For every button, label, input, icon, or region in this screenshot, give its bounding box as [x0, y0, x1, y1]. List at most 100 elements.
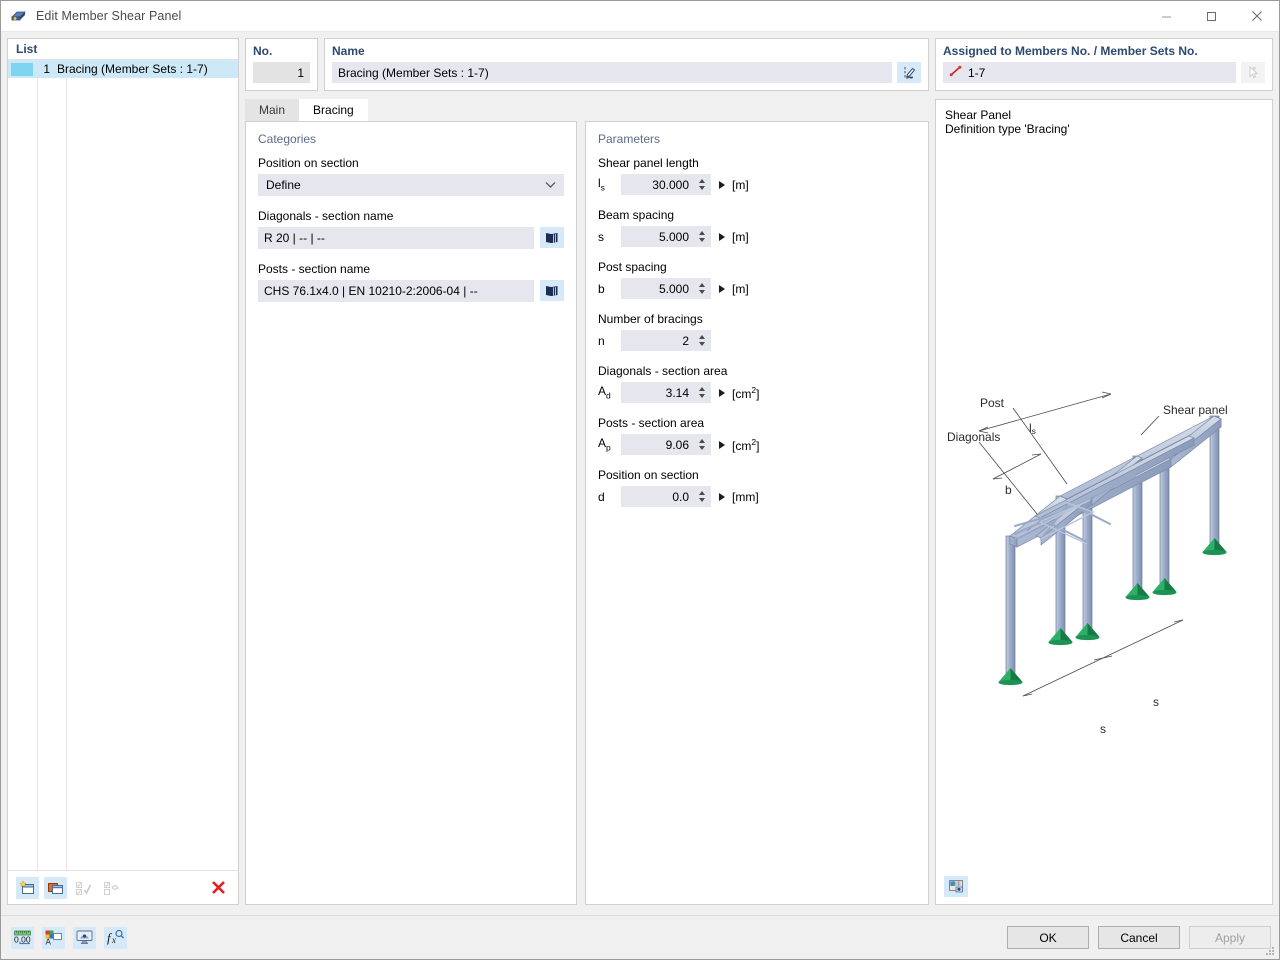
apply-button: Apply — [1189, 926, 1271, 949]
param-unit: [m] — [732, 229, 749, 244]
list-item[interactable]: 1 Bracing (Member Sets : 1-7) — [8, 60, 238, 78]
param-posts-section-area: Posts - section area Ap 9.06 [cm2] — [598, 416, 916, 455]
name-row: Bracing (Member Sets : 1-7) — [332, 62, 921, 83]
param-expand-icon[interactable] — [719, 492, 725, 501]
param-label: Post spacing — [598, 260, 667, 274]
param-value: 0.0 — [672, 489, 689, 504]
param-spinner[interactable]: 5.000 — [621, 278, 711, 299]
name-label: Name — [332, 44, 365, 58]
picture-export-icon[interactable] — [944, 876, 968, 897]
list-grid-lines — [8, 60, 238, 870]
invert-selection-button — [100, 877, 123, 899]
label-post: Post — [980, 396, 1005, 410]
name-input[interactable]: Bracing (Member Sets : 1-7) — [332, 62, 892, 83]
tab-bracing[interactable]: Bracing — [299, 99, 368, 121]
maximize-button[interactable] — [1189, 1, 1234, 31]
close-button[interactable] — [1234, 1, 1279, 31]
posts-section-row: CHS 76.1x4.0 | EN 10210-2:2006-04 | -- — [258, 280, 564, 302]
param-unit: [m] — [732, 177, 749, 192]
posts-section-label: Posts - section name — [258, 262, 371, 276]
param-symbol: n — [598, 333, 605, 348]
spinner-arrows-icon[interactable] — [695, 231, 708, 242]
param-number-of-bracings: Number of bracings n 2 — [598, 312, 916, 351]
param-diagonals-section-area: Diagonals - section area Ad 3.14 [cm2] — [598, 364, 916, 403]
posts-section-input[interactable]: CHS 76.1x4.0 | EN 10210-2:2006-04 | -- — [258, 280, 534, 302]
param-spinner[interactable]: 2 — [621, 330, 711, 351]
list-body: 1 Bracing (Member Sets : 1-7) — [8, 60, 238, 870]
library-book-icon[interactable] — [540, 227, 564, 248]
param-unit: [cm2] — [732, 384, 760, 401]
param-symbol: Ad — [598, 384, 611, 401]
window-title: Edit Member Shear Panel — [36, 9, 182, 23]
param-row: ls 30.000 [m] — [598, 174, 916, 195]
display-monitor-icon[interactable] — [73, 926, 96, 949]
param-spinner[interactable]: 3.14 — [621, 382, 711, 403]
posts-section-group: Posts - section name CHS 76.1x4.0 | EN 1… — [258, 262, 564, 302]
copy-item-button[interactable] — [44, 876, 67, 899]
position-on-section-value: Define — [266, 178, 301, 192]
spinner-arrows-icon[interactable] — [695, 283, 708, 294]
units-000-icon[interactable]: 0,00 — [11, 926, 34, 949]
color-swatch — [11, 62, 33, 76]
minimize-button[interactable] — [1144, 1, 1189, 31]
svg-text:A: A — [46, 938, 52, 947]
param-label: Number of bracings — [598, 312, 703, 326]
categories-title: Categories — [258, 132, 317, 146]
param-value: 5.000 — [658, 229, 689, 244]
spinner-arrows-icon[interactable] — [695, 387, 708, 398]
param-expand-icon[interactable] — [719, 440, 725, 449]
tab-main[interactable]: Main — [245, 99, 300, 121]
comment-color-icon[interactable]: A — [42, 926, 65, 949]
list-panel: List 1 Bracing (Member Sets : 1-7) — [7, 38, 239, 905]
categories-panel: Categories Position on section Define Di… — [245, 121, 577, 905]
footer-toolbar: 0,00 A f x — [11, 926, 127, 949]
position-on-section-select[interactable]: Define — [258, 174, 564, 196]
member-line-icon — [949, 65, 962, 80]
spinner-arrows-icon[interactable] — [695, 491, 708, 502]
no-input[interactable]: 1 — [253, 62, 310, 83]
param-expand-icon[interactable] — [719, 284, 725, 293]
spinner-arrows-icon[interactable] — [695, 179, 708, 190]
edit-member-shear-panel-dialog: Edit Member Shear Panel List 1 Bracing (… — [0, 0, 1280, 960]
param-expand-icon[interactable] — [719, 388, 725, 397]
new-item-button[interactable] — [16, 876, 39, 899]
svg-text:x: x — [111, 935, 116, 945]
library-book-icon[interactable] — [540, 280, 564, 301]
pick-cursor-icon — [1241, 62, 1265, 83]
diagonals-section-row: R 20 | -- | -- — [258, 227, 564, 249]
ok-button[interactable]: OK — [1007, 926, 1089, 949]
spinner-arrows-icon[interactable] — [695, 439, 708, 450]
label-ls: ls — [1029, 421, 1036, 436]
param-row: s 5.000 [m] — [598, 226, 916, 247]
resize-grip[interactable] — [1264, 945, 1276, 957]
label-s-left: s — [1100, 722, 1106, 736]
param-symbol: Ap — [598, 436, 611, 453]
param-expand-icon[interactable] — [719, 180, 725, 189]
delete-item-button[interactable] — [207, 877, 230, 899]
assigned-input[interactable]: 1-7 — [943, 62, 1236, 83]
param-spinner[interactable]: 0.0 — [621, 486, 711, 507]
param-spinner[interactable]: 9.06 — [621, 434, 711, 455]
label-s-right: s — [1153, 695, 1159, 709]
param-value: 30.000 — [652, 177, 689, 192]
param-value: 3.14 — [665, 385, 689, 400]
param-unit: [m] — [732, 281, 749, 296]
list-item-number: 1 — [43, 62, 50, 76]
param-spinner[interactable]: 5.000 — [621, 226, 711, 247]
fx-formula-icon[interactable]: f x — [104, 926, 127, 949]
top-fields: No. 1 Name Bracing (Member Sets : 1-7) — [245, 38, 929, 91]
parameters-panel: Parameters Shear panel length ls 30.000 … — [585, 121, 929, 905]
right-column: Assigned to Members No. / Member Sets No… — [935, 38, 1273, 905]
cancel-button[interactable]: Cancel — [1098, 926, 1180, 949]
diagonals-section-input[interactable]: R 20 | -- | -- — [258, 227, 534, 249]
assigned-label: Assigned to Members No. / Member Sets No… — [943, 44, 1198, 58]
param-value: 2 — [682, 333, 689, 348]
param-symbol: ls — [598, 176, 605, 193]
param-symbol: s — [598, 229, 604, 244]
param-spinner[interactable]: 30.000 — [621, 174, 711, 195]
param-row: Ad 3.14 [cm2] — [598, 382, 916, 403]
pencil-edit-icon[interactable] — [897, 62, 921, 83]
dialog-body: List 1 Bracing (Member Sets : 1-7) No. 1… — [1, 32, 1279, 915]
param-expand-icon[interactable] — [719, 232, 725, 241]
spinner-arrows-icon[interactable] — [695, 335, 708, 346]
